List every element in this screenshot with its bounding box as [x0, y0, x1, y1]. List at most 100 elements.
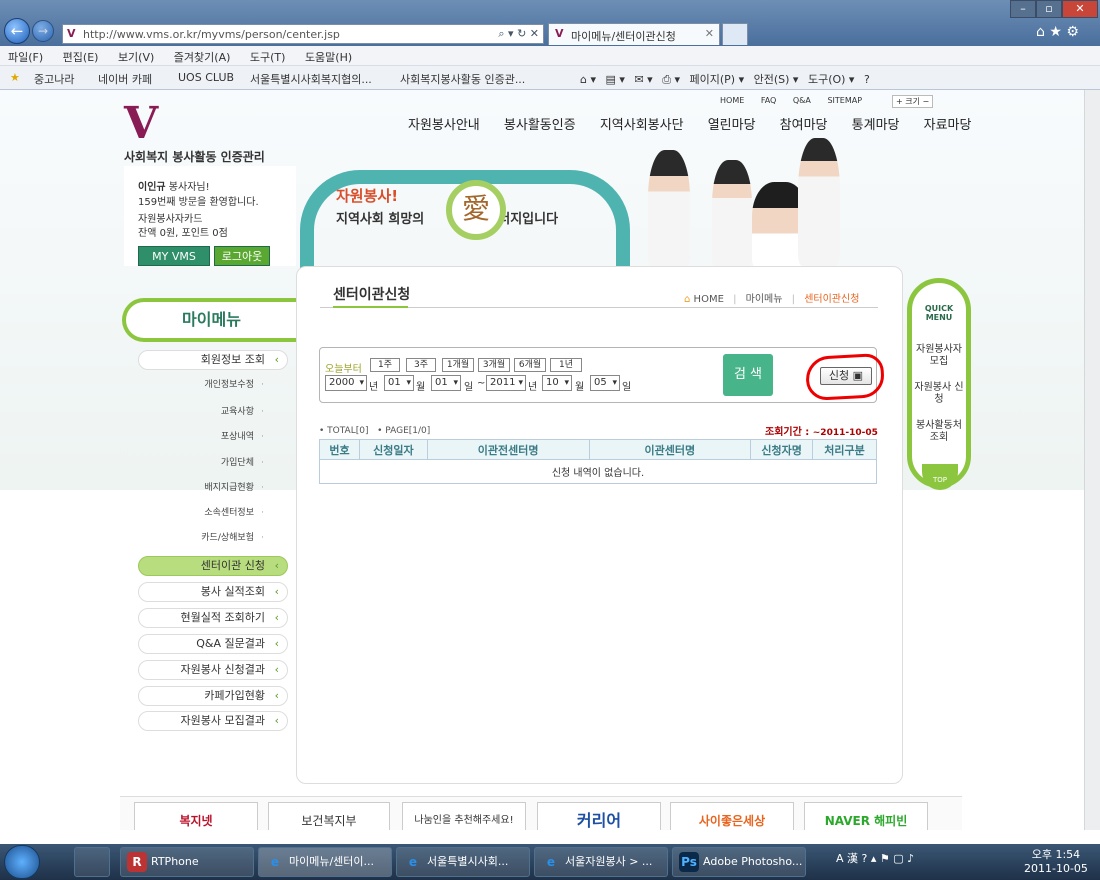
from-day-select[interactable]: 01 [431, 375, 461, 391]
clock[interactable]: 오후 1:54 2011-10-05 [1024, 848, 1088, 876]
explorer-icon[interactable] [74, 847, 110, 877]
tab-active[interactable]: V 마이메뉴/센터이관신청 ✕ [548, 23, 720, 45]
logout-button[interactable]: 로그아웃 [214, 246, 270, 266]
forward-button[interactable]: → [32, 20, 54, 42]
search-button[interactable]: 검 색 [723, 354, 773, 396]
top-link-sitemap[interactable]: SITEMAP [827, 96, 862, 105]
menu-tools[interactable]: 도구(T) [242, 46, 294, 65]
footer-link[interactable]: 나눔인을 추천해주세요! [402, 802, 526, 830]
footer-link[interactable]: 보건복지부 [268, 802, 390, 830]
left-submenu-item[interactable]: 개인정보수정 [150, 378, 266, 392]
menu-edit[interactable]: 편집(E) [55, 46, 107, 65]
menu-safety[interactable]: 안전(S) ▾ [754, 73, 799, 86]
menu-help[interactable]: 도움말(H) [297, 46, 360, 65]
menu-page[interactable]: 페이지(P) ▾ [690, 73, 745, 86]
nav-item[interactable]: 자료마당 [924, 118, 972, 133]
taskbar-item[interactable]: e 서울자원봉사 > ... [534, 847, 668, 877]
taskbar-item[interactable]: Ps Adobe Photosho... [672, 847, 806, 877]
period-3week-button[interactable]: 3주 [406, 358, 436, 372]
from-year-select[interactable]: 2000 [325, 375, 367, 391]
breadcrumb-mid[interactable]: 마이메뉴 [746, 294, 783, 305]
taskbar-item[interactable]: e 서울특별시사회... [396, 847, 530, 877]
taskbar-item-active[interactable]: e 마이메뉴/센터이... [258, 847, 392, 877]
address-bar[interactable]: V http://www.vms.or.kr/myvms/person/cent… [62, 24, 544, 44]
nav-item[interactable]: 자원봉사안내 [408, 118, 480, 133]
left-submenu-item[interactable]: 배지지급현황 [150, 481, 266, 495]
period-1week-button[interactable]: 1주 [370, 358, 400, 372]
vertical-scrollbar[interactable] [1084, 90, 1100, 830]
to-month-select[interactable]: 10 [542, 375, 572, 391]
menu-file[interactable]: 파일(F) [0, 46, 51, 65]
to-year-select[interactable]: 2011 [486, 375, 526, 391]
favorites-star-icon[interactable]: ★ [10, 71, 20, 84]
nav-item[interactable]: 지역사회봉사단 [600, 118, 684, 133]
tab-close-icon[interactable]: ✕ [705, 27, 714, 40]
left-menu-item[interactable]: 자원봉사 신청결과 ‹ [138, 660, 288, 680]
myvms-button[interactable]: MY VMS [138, 246, 210, 266]
quick-item[interactable]: 자원봉사 신청 [912, 382, 966, 406]
nav-item[interactable]: 통계마당 [852, 118, 900, 133]
minimize-button[interactable]: – [1010, 0, 1036, 18]
back-button[interactable]: ← [4, 18, 30, 44]
nav-item[interactable]: 참여마당 [780, 118, 828, 133]
left-submenu-item[interactable]: 소속센터정보 [150, 506, 266, 520]
site-logo-text[interactable]: 사회복지 봉사활동 인증관리 [124, 148, 265, 165]
top-link-home[interactable]: HOME [720, 96, 744, 105]
left-submenu-item[interactable]: 가입단체 [150, 456, 266, 470]
left-menu-item[interactable]: 카페가입현황 ‹ [138, 686, 288, 706]
left-menu-item[interactable]: 회원정보 조회 ‹ [138, 350, 288, 370]
footer-link[interactable]: 커리어 [537, 802, 661, 830]
footer-link[interactable]: 사이좋은세상 [670, 802, 794, 830]
to-day-select[interactable]: 05 [590, 375, 620, 391]
user-card[interactable]: 자원봉사자카드 [138, 212, 202, 227]
user-balance: 잔액 0원, 포인트 0점 [138, 228, 228, 239]
left-submenu-item[interactable]: 포상내역 [150, 430, 266, 444]
left-submenu-item[interactable]: 카드/상해보험 [150, 531, 266, 545]
fav-item[interactable]: 사회복지봉사활동 인증관... [400, 71, 525, 87]
fav-item[interactable]: 서울특별시사회복지협의... [250, 71, 372, 87]
nav-item[interactable]: 열린마당 [708, 118, 756, 133]
taskbar-item[interactable]: R RTPhone [120, 847, 254, 877]
menu-favorites[interactable]: 즐겨찾기(A) [166, 46, 239, 65]
start-button[interactable] [4, 845, 40, 879]
left-menu-item[interactable]: 봉사 실적조회 ‹ [138, 582, 288, 602]
browser-tool-icons[interactable]: ⌂ ★ ⚙ [1036, 24, 1079, 40]
ime-indicator[interactable]: A 漢 [836, 852, 858, 865]
top-link-qna[interactable]: Q&A [793, 96, 811, 105]
rss-icon[interactable]: ▤ ▾ [606, 73, 625, 86]
left-menu-item-active[interactable]: 센터이관 신청 ‹ [138, 556, 288, 576]
from-month-select[interactable]: 01 [384, 375, 414, 391]
quick-item[interactable]: 자원봉사자 모집 [912, 344, 966, 368]
menu-tools-cmd[interactable]: 도구(O) ▾ [808, 73, 855, 86]
new-tab-button[interactable] [722, 23, 748, 45]
fav-item[interactable]: UOS CLUB [178, 71, 234, 84]
maximize-button[interactable]: ▫ [1036, 0, 1062, 18]
footer-link[interactable]: 복지넷 [134, 802, 258, 830]
top-link-faq[interactable]: FAQ [761, 96, 777, 105]
mail-icon[interactable]: ✉ ▾ [634, 73, 652, 86]
system-tray[interactable]: A 漢 ? ▴ ⚑ ▢ ♪ [836, 850, 914, 866]
nav-item[interactable]: 봉사활동인증 [504, 118, 576, 133]
left-submenu-item[interactable]: 교육사항 [150, 405, 266, 419]
fav-item[interactable]: 네이버 카페 [98, 71, 152, 87]
period-6month-button[interactable]: 6개월 [514, 358, 546, 372]
quick-item[interactable]: 봉사활동처 조회 [912, 420, 966, 444]
footer-link[interactable]: NAVER 해피빈 [804, 802, 928, 830]
period-3month-button[interactable]: 3개월 [478, 358, 510, 372]
home-icon[interactable]: ⌂ ▾ [580, 73, 596, 86]
print-icon[interactable]: ⎙ ▾ [662, 73, 680, 86]
period-1year-button[interactable]: 1년 [550, 358, 582, 372]
menu-view[interactable]: 보기(V) [110, 46, 162, 65]
left-menu-item[interactable]: 현월실적 조회하기 ‹ [138, 608, 288, 628]
help-icon[interactable]: ? [864, 73, 870, 86]
address-tools-icon[interactable]: ⌕ ▾ ↻ ✕ [498, 27, 539, 41]
period-1month-button[interactable]: 1개월 [442, 358, 474, 372]
fav-item[interactable]: 중고나라 [34, 71, 74, 87]
close-window-button[interactable]: ✕ [1062, 0, 1098, 18]
site-logo[interactable]: V [124, 102, 174, 146]
left-menu-item[interactable]: Q&A 질문결과 ‹ [138, 634, 288, 654]
unit-label: 년 [528, 382, 538, 393]
font-size-control[interactable]: + 크기 − [892, 95, 934, 108]
left-menu-item[interactable]: 자원봉사 모집결과 ‹ [138, 711, 288, 731]
breadcrumb-home[interactable]: HOME [694, 294, 724, 305]
